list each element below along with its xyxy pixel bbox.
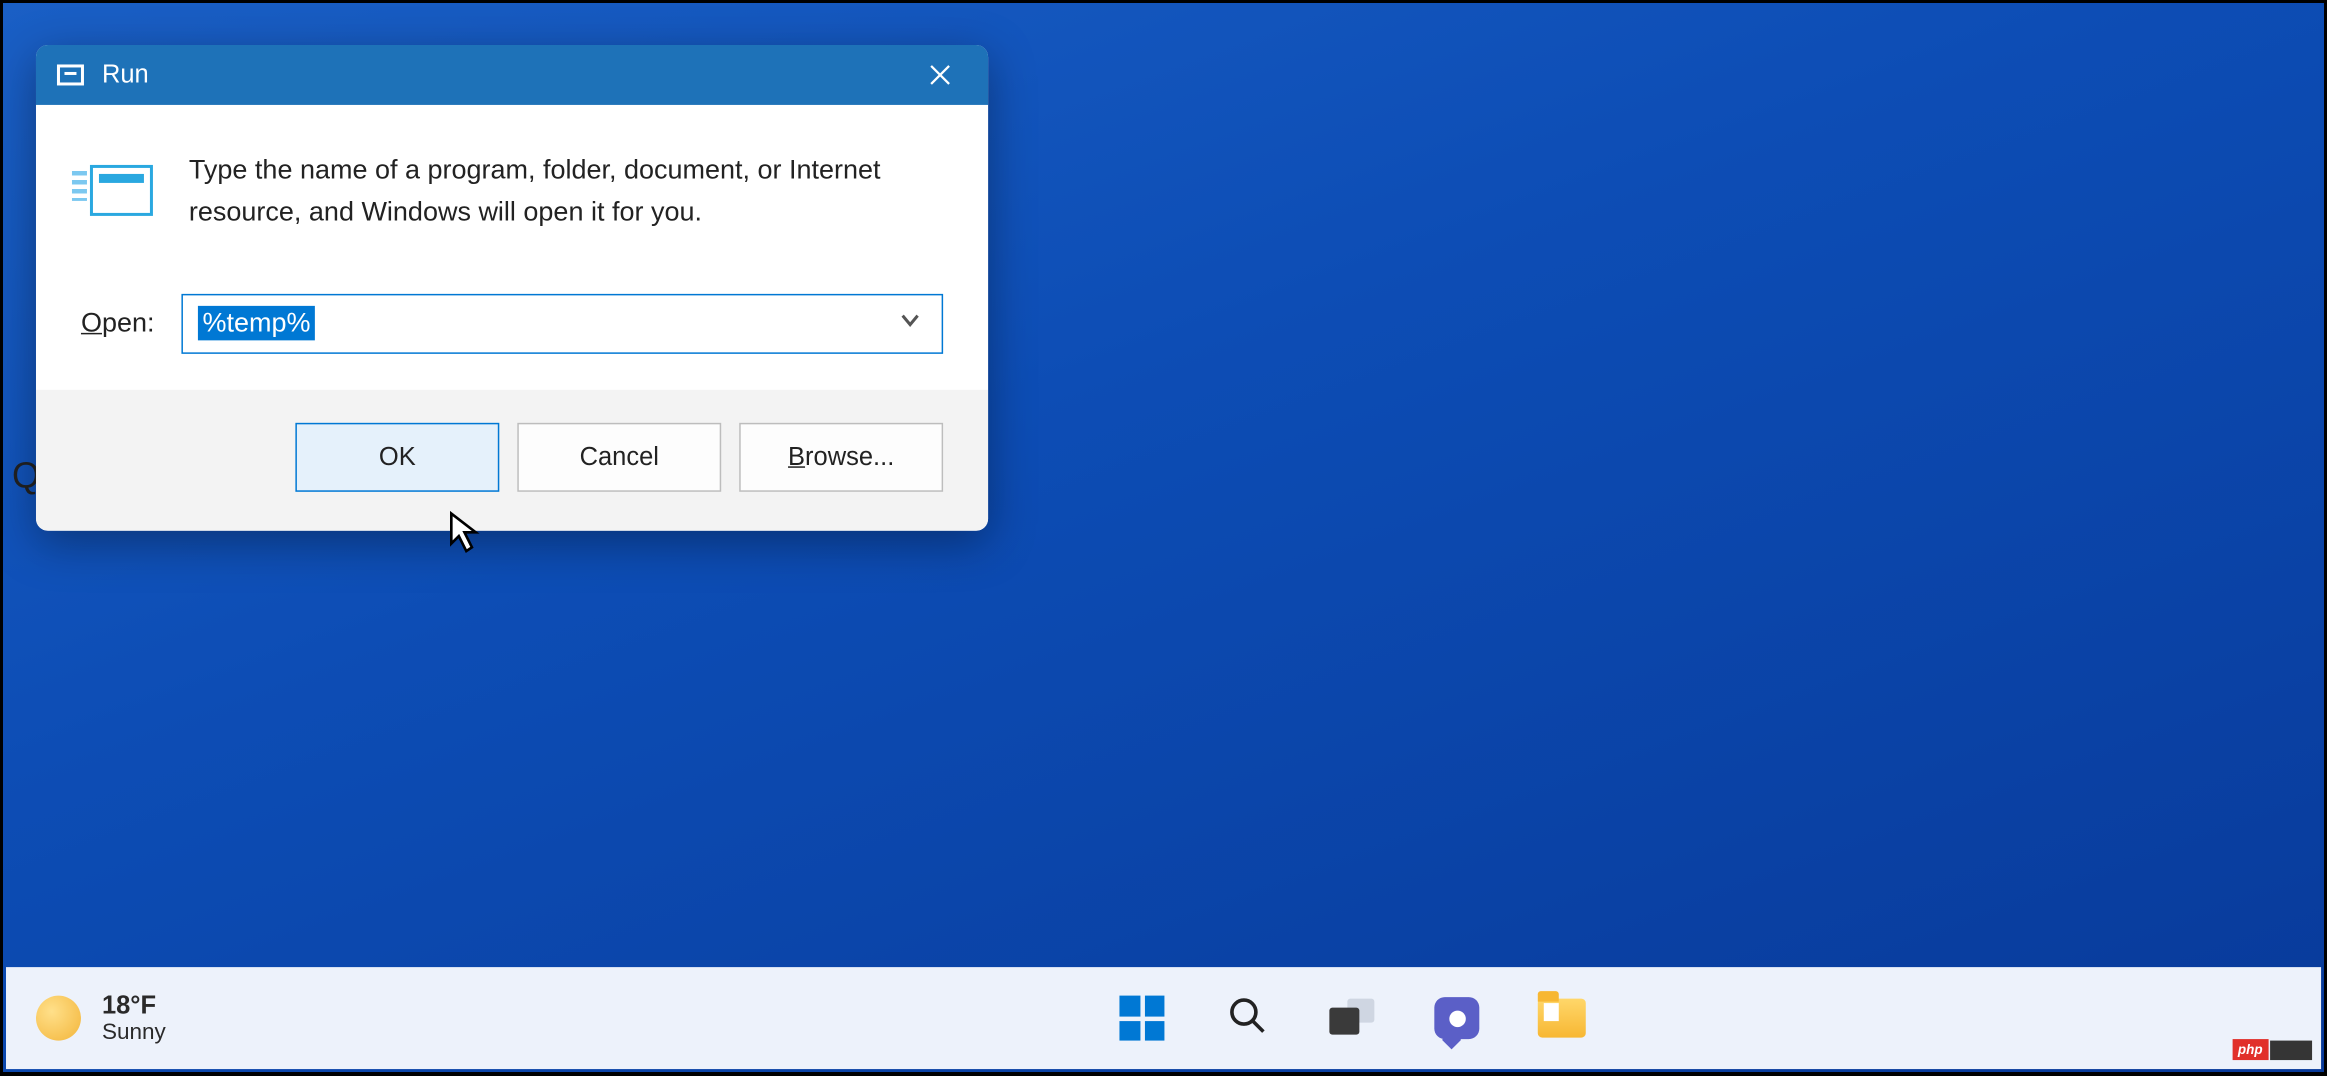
weather-widget[interactable]: 18°F Sunny [36, 990, 166, 1045]
close-icon [928, 63, 952, 87]
chevron-down-icon [900, 309, 921, 330]
window-title: Run [102, 60, 149, 90]
watermark: php [2232, 1039, 2312, 1060]
run-dialog: Run Type the name of a program, folder, … [36, 45, 988, 530]
button-row: OK Cancel Browse... [36, 390, 988, 531]
chat-button[interactable] [1431, 993, 1482, 1044]
titlebar[interactable]: Run [36, 45, 988, 105]
folder-icon [1538, 999, 1586, 1038]
start-button[interactable] [1116, 993, 1167, 1044]
search-icon [1227, 995, 1266, 1041]
open-input-value: %temp% [198, 306, 315, 340]
dialog-description: Type the name of a program, folder, docu… [189, 150, 943, 234]
run-dialog-icon [81, 156, 156, 225]
sun-icon [36, 996, 81, 1041]
weather-condition: Sunny [102, 1020, 166, 1046]
task-view-button[interactable] [1326, 993, 1377, 1044]
cancel-button[interactable]: Cancel [517, 423, 721, 492]
browse-button[interactable]: Browse... [739, 423, 943, 492]
open-label: Open: [81, 308, 155, 339]
file-explorer-button[interactable] [1536, 993, 1587, 1044]
chat-icon [1434, 997, 1479, 1039]
dropdown-button[interactable] [900, 309, 921, 337]
search-button[interactable] [1221, 993, 1272, 1044]
windows-icon [1119, 996, 1164, 1041]
taskbar[interactable]: 18°F Sunny [6, 967, 2321, 1069]
task-view-icon [1329, 999, 1374, 1038]
desktop[interactable]: Q Run Type the name of a program, folder… [0, 0, 2327, 1075]
close-button[interactable] [913, 48, 967, 102]
ok-button[interactable]: OK [295, 423, 499, 492]
weather-temp: 18°F [102, 990, 166, 1019]
open-input[interactable]: %temp% [182, 294, 944, 354]
run-icon [57, 64, 84, 85]
